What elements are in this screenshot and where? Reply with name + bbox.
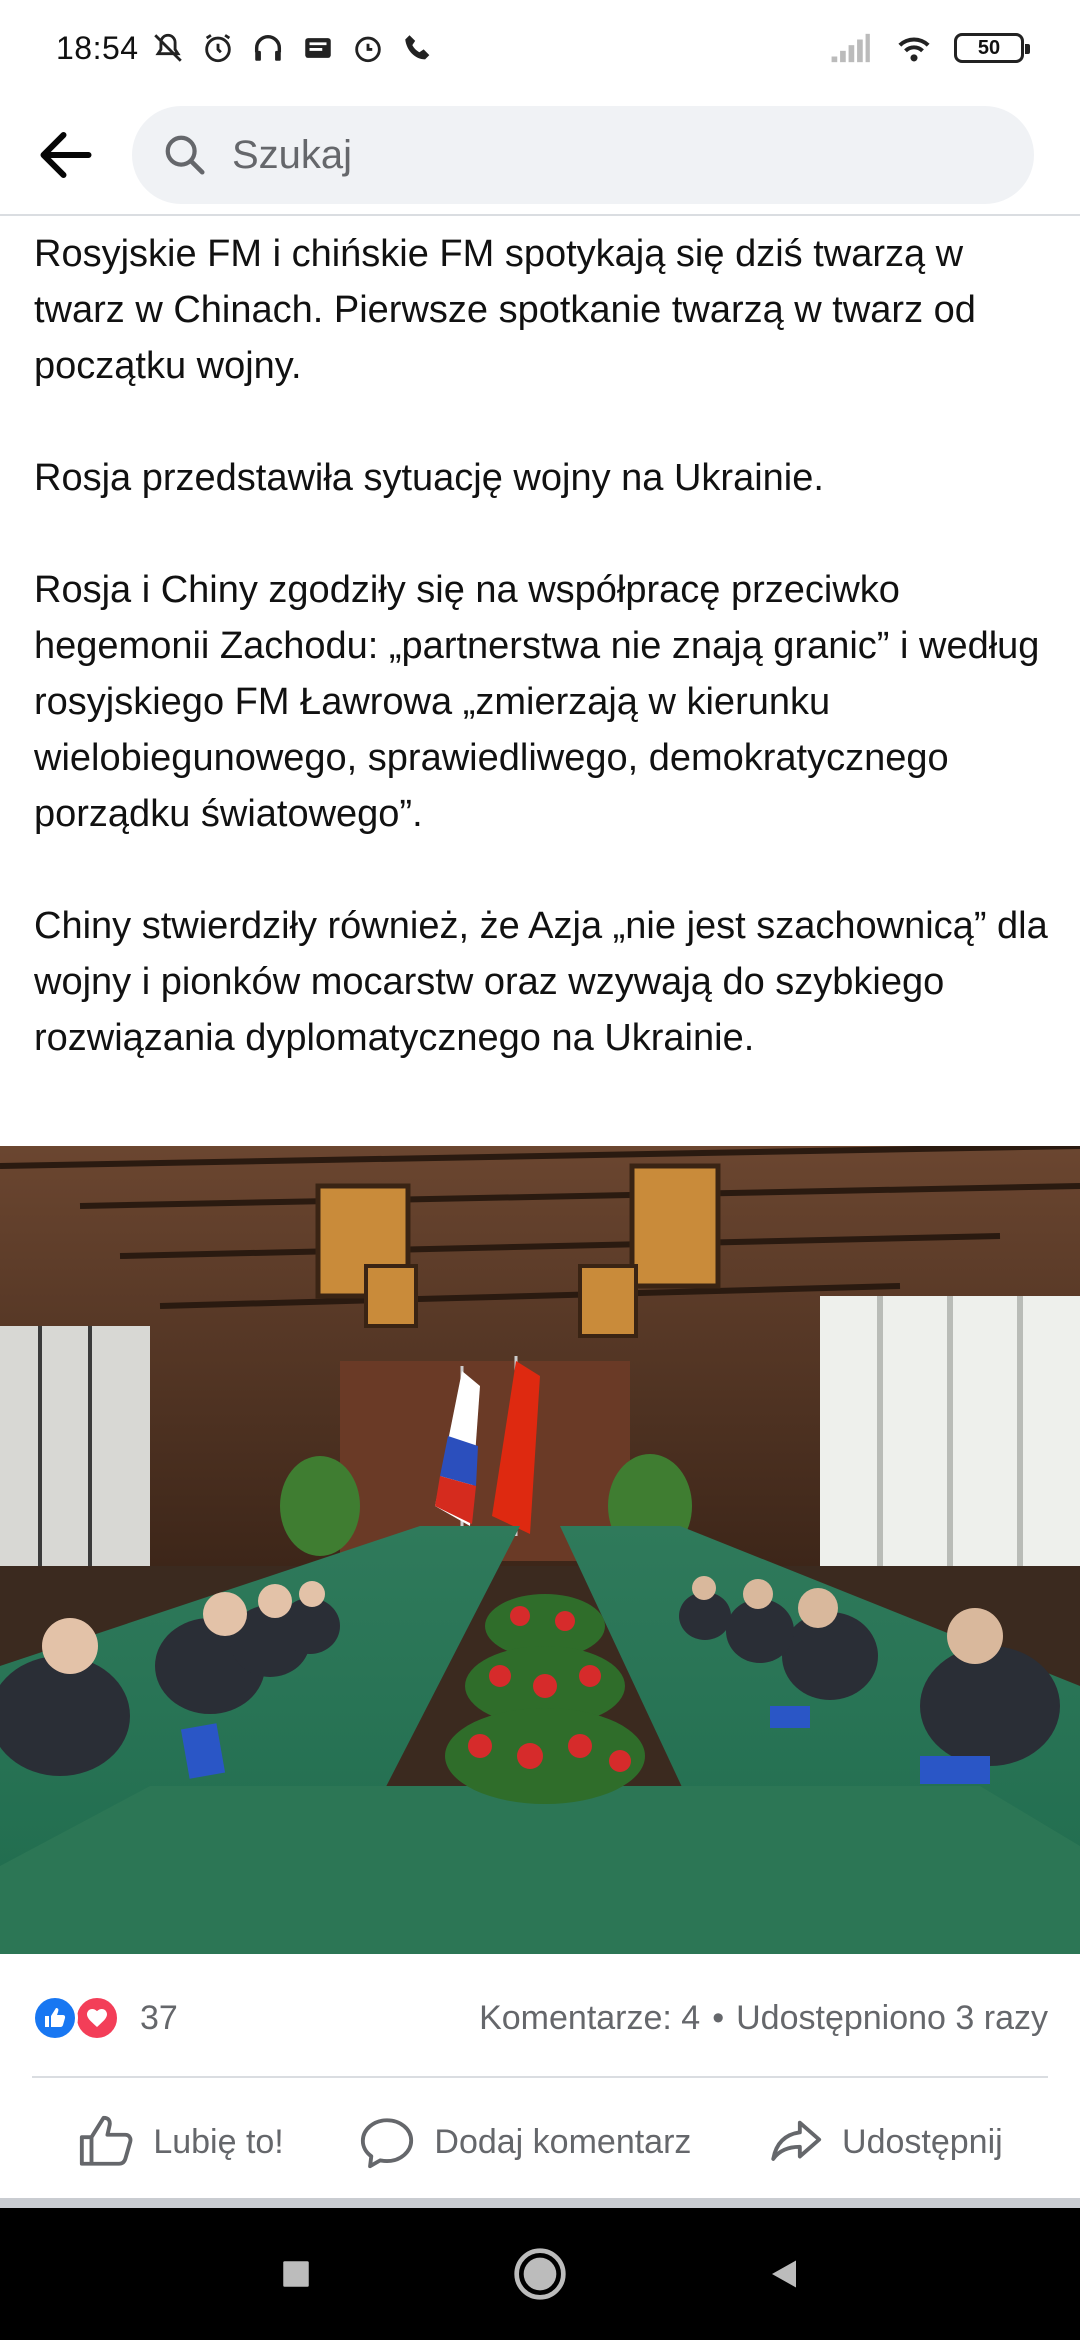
- message-icon: [304, 38, 331, 58]
- meeting-photo-illustration: [0, 1146, 1080, 1954]
- thumbs-up-icon: [80, 2115, 133, 2166]
- engagement-stats: Komentarze: 4 • Udostępniono 3 razy: [479, 1999, 1048, 2038]
- triangle-back-icon: [772, 2260, 796, 2288]
- alarm-clock-icon: [354, 36, 381, 63]
- phone-icon: [404, 35, 429, 60]
- like-button[interactable]: Lubię to!: [77, 2097, 284, 2187]
- top-nav: Szukaj: [0, 96, 1080, 216]
- battery-icon: 50: [954, 33, 1030, 63]
- stats-separator: •: [712, 1998, 725, 2037]
- recents-button[interactable]: [174, 2208, 418, 2340]
- post-text: Rosyjskie FM i chińskie FM spotykają się…: [34, 226, 1054, 1066]
- home-button[interactable]: [418, 2208, 662, 2340]
- mute-icon: [153, 33, 182, 62]
- wifi-icon: [898, 37, 930, 62]
- post-photo[interactable]: [0, 1146, 1080, 1954]
- post-paragraph: Rosja przedstawiła sytuację wojny na Ukr…: [34, 457, 824, 499]
- share-icon: [771, 2120, 822, 2161]
- square-icon: [283, 2261, 309, 2287]
- love-reaction-icon: [74, 1995, 120, 2041]
- shares-count-link[interactable]: Udostępniono 3 razy: [736, 1999, 1048, 2038]
- reaction-icons: [32, 1995, 120, 2041]
- comment-label: Dodaj komentarz: [434, 2122, 692, 2161]
- reactions-bar[interactable]: 37 Komentarze: 4 • Udostępniono 3 razy: [32, 1982, 1048, 2054]
- action-bar: Lubię to! Dodaj komentarz Udostępnij: [0, 2090, 1080, 2194]
- post-paragraph: Rosyjskie FM i chińskie FM spotykają się…: [34, 233, 976, 387]
- arrow-left-icon: [40, 132, 92, 178]
- feed-separator: [0, 2198, 1080, 2208]
- battery-level: 50: [977, 36, 1001, 59]
- post-paragraph: Chiny stwierdziły również, że Azja „nie …: [34, 905, 1048, 1059]
- status-left-icons: [151, 31, 435, 65]
- comments-count-link[interactable]: Komentarze: 4: [479, 1999, 700, 2038]
- status-time: 18:54: [56, 29, 139, 66]
- search-input[interactable]: Szukaj: [132, 106, 1034, 204]
- status-bar: 18:54 50: [0, 0, 1080, 96]
- reaction-count: 37: [140, 1998, 178, 2037]
- system-back-button[interactable]: [662, 2208, 906, 2340]
- search-placeholder: Szukaj: [232, 132, 353, 177]
- headset-icon: [254, 35, 281, 61]
- divider: [32, 2076, 1048, 2078]
- system-navigation-bar: [0, 2208, 1080, 2340]
- back-button[interactable]: [0, 95, 132, 215]
- like-label: Lubię to!: [153, 2122, 284, 2161]
- share-button[interactable]: Udostępnij: [766, 2097, 1003, 2187]
- search-icon: [165, 135, 205, 175]
- status-right-icons: 50: [826, 31, 1030, 65]
- comment-icon: [361, 2118, 414, 2169]
- comment-button[interactable]: Dodaj komentarz: [358, 2097, 691, 2187]
- like-reaction-icon: [32, 1995, 78, 2041]
- circle-icon: [514, 2248, 566, 2300]
- signal-icon: [831, 33, 870, 63]
- post-paragraph: Rosja i Chiny zgodziły się na współpracę…: [34, 569, 1040, 835]
- alarm-icon: [204, 34, 231, 63]
- share-label: Udostępnij: [842, 2122, 1003, 2161]
